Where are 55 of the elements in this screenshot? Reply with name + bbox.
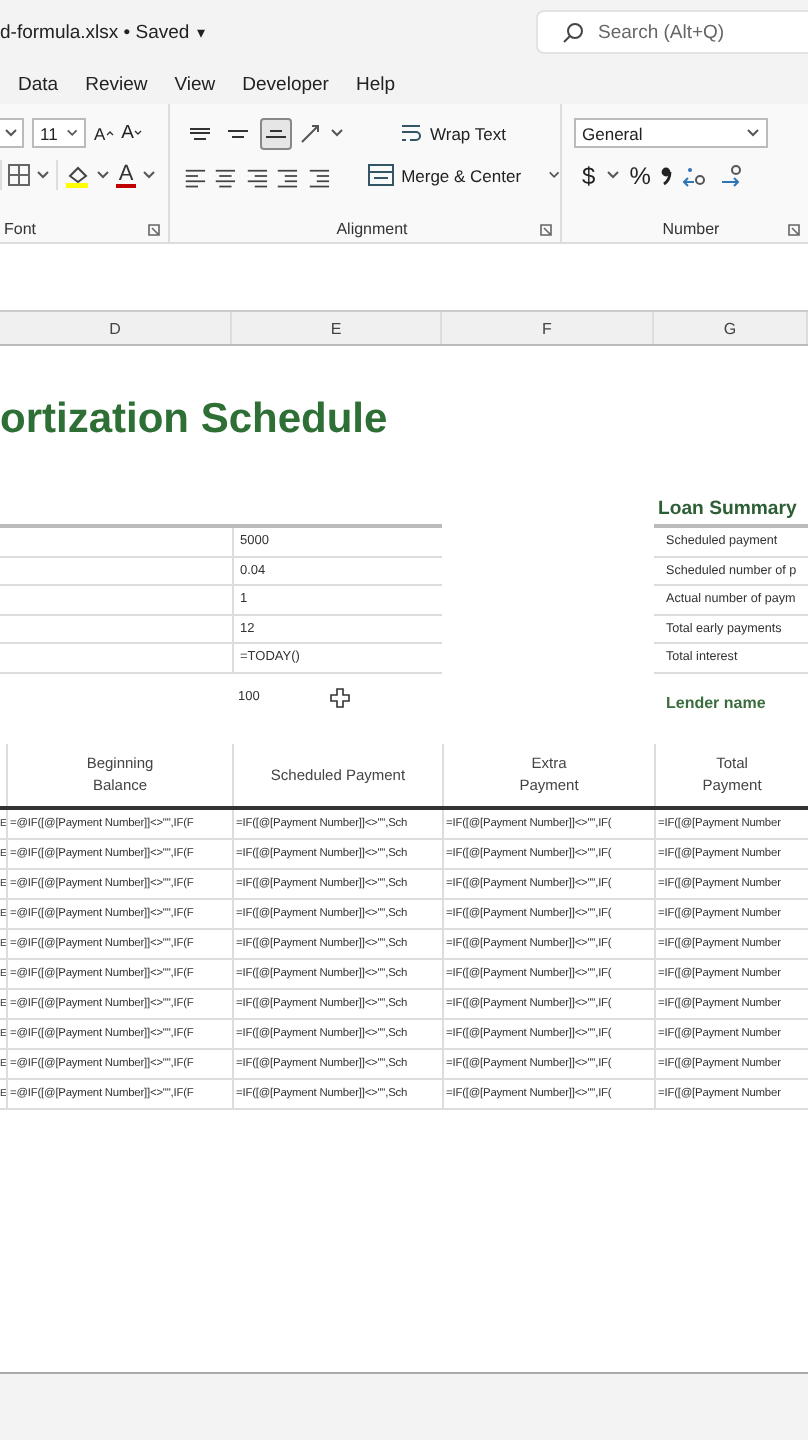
align-bottom-icon <box>266 129 286 137</box>
caret-icon <box>142 170 156 180</box>
borders-icon[interactable] <box>8 164 30 186</box>
caret-icon <box>330 128 344 138</box>
orientation-icon[interactable] <box>298 120 324 146</box>
section-heading: Loan Summary <box>658 498 797 520</box>
search-field[interactable]: Search (Alt+Q) <box>536 10 808 54</box>
menu-tab[interactable]: Developer <box>242 66 329 102</box>
caret-icon <box>96 170 110 180</box>
shrink-font-button[interactable]: A <box>121 122 143 144</box>
menu-tab[interactable]: Help <box>355 66 396 102</box>
currency-button[interactable]: $ <box>582 161 596 189</box>
dialog-launcher-icon[interactable] <box>148 224 160 236</box>
decrease-decimal-icon[interactable] <box>718 163 745 187</box>
dialog-launcher-icon[interactable] <box>788 224 800 236</box>
number-format-dropdown[interactable]: General <box>574 118 768 148</box>
merge-cells-icon <box>367 164 394 186</box>
wrap-text-button[interactable]: Wrap Text <box>400 122 506 144</box>
caret-icon <box>36 170 50 180</box>
font-size-dropdown[interactable]: 11 <box>32 118 86 148</box>
group-label: Alignment <box>336 219 408 237</box>
align-middle-icon <box>228 129 248 137</box>
font-color-button[interactable]: A <box>116 163 136 187</box>
font-name-dropdown-icon <box>4 128 18 138</box>
menu-tab[interactable]: Data <box>18 66 59 102</box>
dialog-launcher-icon[interactable] <box>540 224 552 236</box>
increase-decimal-icon[interactable] <box>682 163 709 187</box>
fill-color-icon[interactable] <box>64 162 90 188</box>
menu-tab[interactable]: View <box>174 66 216 102</box>
down-caret-icon <box>134 130 143 136</box>
align-top-icon <box>190 127 210 139</box>
percent-button[interactable]: % <box>629 161 651 189</box>
caret-icon <box>746 128 760 138</box>
search-icon <box>562 22 584 44</box>
up-caret-icon <box>105 130 114 136</box>
column-header[interactable]: E <box>232 312 442 344</box>
wrap-text-icon <box>400 122 422 144</box>
grow-font-button[interactable]: A <box>94 123 114 143</box>
caret-icon <box>547 170 560 180</box>
merge-center-button[interactable]: Merge & Center <box>367 164 522 186</box>
group-label: Font <box>4 219 37 237</box>
align-bottom-button[interactable] <box>260 117 292 149</box>
sheet-title: ortization Schedule <box>0 396 388 444</box>
column-header[interactable]: D <box>0 312 232 344</box>
group-label: Number <box>662 219 720 237</box>
column-header[interactable]: G <box>654 312 808 344</box>
title-dropdown[interactable]: ▾ <box>197 23 206 41</box>
caret-icon <box>65 128 78 138</box>
lender-label: Lender name <box>666 693 766 711</box>
column-header[interactable]: F <box>442 312 654 344</box>
menu-tab[interactable]: Review <box>85 66 148 102</box>
caret-icon <box>605 170 620 180</box>
cursor-icon <box>329 687 350 707</box>
comma-style-icon[interactable] <box>660 165 673 185</box>
file-name: d-formula.xlsx • Saved <box>0 21 190 43</box>
